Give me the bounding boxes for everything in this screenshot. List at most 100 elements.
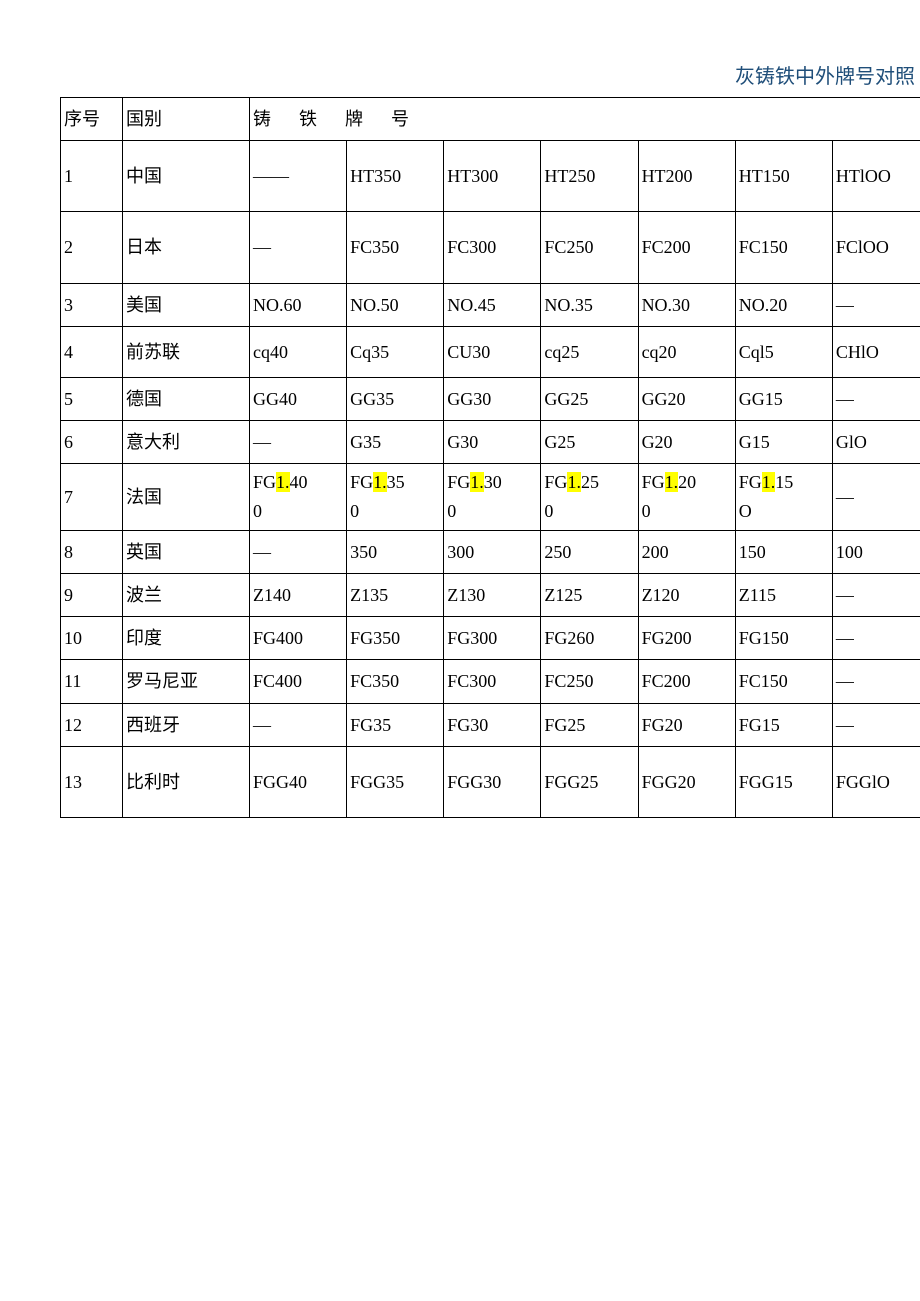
cell-value: ——	[250, 141, 347, 212]
cell-value: FG1.200	[638, 464, 735, 531]
cell-value: HT150	[735, 141, 832, 212]
cell-value: Z135	[347, 574, 444, 617]
cell-value: FGG35	[347, 746, 444, 817]
cell-seq: 9	[61, 574, 123, 617]
cell-value: —	[832, 377, 920, 420]
cell-value: GG35	[347, 377, 444, 420]
cell-value: HT250	[541, 141, 638, 212]
cell-country: 罗马尼亚	[123, 660, 250, 703]
cell-value: FG1.300	[444, 464, 541, 531]
cell-value: FC350	[347, 660, 444, 703]
cell-value: FG15	[735, 703, 832, 746]
table-row: 8 英国 — 350 300 250 200 150 100	[61, 530, 920, 573]
cell-value: G20	[638, 421, 735, 464]
cell-value: FC200	[638, 212, 735, 283]
cell-value: FC350	[347, 212, 444, 283]
table-row: 6 意大利 — G35 G30 G25 G20 G15 GlO	[61, 421, 920, 464]
cell-value: —	[832, 574, 920, 617]
cell-value: NO.50	[347, 283, 444, 326]
cell-value: Z140	[250, 574, 347, 617]
cell-value: NO.60	[250, 283, 347, 326]
cell-value: Z115	[735, 574, 832, 617]
cell-country: 前苏联	[123, 326, 250, 377]
cell-value: FGG20	[638, 746, 735, 817]
cell-value: G30	[444, 421, 541, 464]
cell-value: FGG40	[250, 746, 347, 817]
cell-country: 德国	[123, 377, 250, 420]
cell-seq: 12	[61, 703, 123, 746]
cell-value: 350	[347, 530, 444, 573]
cell-value: HT300	[444, 141, 541, 212]
cell-country: 印度	[123, 617, 250, 660]
cell-value: Cql5	[735, 326, 832, 377]
cell-value: FC150	[735, 660, 832, 703]
cell-value: GG20	[638, 377, 735, 420]
cell-value: HTlOO	[832, 141, 920, 212]
cell-value: cq40	[250, 326, 347, 377]
cell-value: NO.20	[735, 283, 832, 326]
cell-seq: 10	[61, 617, 123, 660]
table-row: 11 罗马尼亚 FC400 FC350 FC300 FC250 FC200 FC…	[61, 660, 920, 703]
cell-value: Z130	[444, 574, 541, 617]
cell-seq: 7	[61, 464, 123, 531]
cell-value: FG400	[250, 617, 347, 660]
cell-value: Z120	[638, 574, 735, 617]
cell-country: 法国	[123, 464, 250, 531]
cell-value: FC250	[541, 212, 638, 283]
table-row: 10 印度 FG400 FG350 FG300 FG260 FG200 FG15…	[61, 617, 920, 660]
cell-country: 意大利	[123, 421, 250, 464]
cell-value: FClOO	[832, 212, 920, 283]
cell-country: 日本	[123, 212, 250, 283]
cell-country: 西班牙	[123, 703, 250, 746]
cell-value: CU30	[444, 326, 541, 377]
table-row: 4 前苏联 cq40 Cq35 CU30 cq25 cq20 Cql5 CHlO	[61, 326, 920, 377]
cell-value: FGGlO	[832, 746, 920, 817]
cell-country: 比利时	[123, 746, 250, 817]
cell-value: 200	[638, 530, 735, 573]
cell-value: FG30	[444, 703, 541, 746]
cell-value: 250	[541, 530, 638, 573]
cell-value: FGG25	[541, 746, 638, 817]
cell-value: GG25	[541, 377, 638, 420]
cell-value: Cq35	[347, 326, 444, 377]
cell-value: FG1.15O	[735, 464, 832, 531]
cell-value: —	[250, 421, 347, 464]
table-row: 7 法国 FG1.400 FG1.350 FG1.300 FG1.250 FG1…	[61, 464, 920, 531]
cell-country: 波兰	[123, 574, 250, 617]
grade-table: 序号 国别 铸铁牌号 1 中国 —— HT350 HT300 HT250 HT2…	[60, 97, 920, 818]
cell-value: FC150	[735, 212, 832, 283]
cell-value: FG300	[444, 617, 541, 660]
cell-value: 300	[444, 530, 541, 573]
header-country: 国别	[123, 98, 250, 141]
cell-value: G25	[541, 421, 638, 464]
cell-value: FG35	[347, 703, 444, 746]
cell-value: FG1.250	[541, 464, 638, 531]
page-title: 灰铸铁中外牌号对照	[60, 60, 920, 89]
cell-seq: 2	[61, 212, 123, 283]
cell-value: GG40	[250, 377, 347, 420]
cell-value: HT350	[347, 141, 444, 212]
cell-value: NO.35	[541, 283, 638, 326]
cell-value: FG260	[541, 617, 638, 660]
cell-value: cq25	[541, 326, 638, 377]
cell-seq: 6	[61, 421, 123, 464]
cell-value: GG15	[735, 377, 832, 420]
cell-seq: 4	[61, 326, 123, 377]
cell-value: —	[250, 212, 347, 283]
cell-value: GlO	[832, 421, 920, 464]
cell-value: FC300	[444, 660, 541, 703]
cell-value: G15	[735, 421, 832, 464]
table-row: 2 日本 — FC350 FC300 FC250 FC200 FC150 FCl…	[61, 212, 920, 283]
cell-value: FG1.350	[347, 464, 444, 531]
table-row: 9 波兰 Z140 Z135 Z130 Z125 Z120 Z115 —	[61, 574, 920, 617]
header-row: 序号 国别 铸铁牌号	[61, 98, 920, 141]
cell-country: 美国	[123, 283, 250, 326]
cell-value: NO.45	[444, 283, 541, 326]
cell-value: FG20	[638, 703, 735, 746]
cell-value: —	[832, 660, 920, 703]
table-row: 12 西班牙 — FG35 FG30 FG25 FG20 FG15 —	[61, 703, 920, 746]
cell-value: —	[832, 283, 920, 326]
cell-value: FGG30	[444, 746, 541, 817]
cell-value: FG1.400	[250, 464, 347, 531]
cell-seq: 13	[61, 746, 123, 817]
